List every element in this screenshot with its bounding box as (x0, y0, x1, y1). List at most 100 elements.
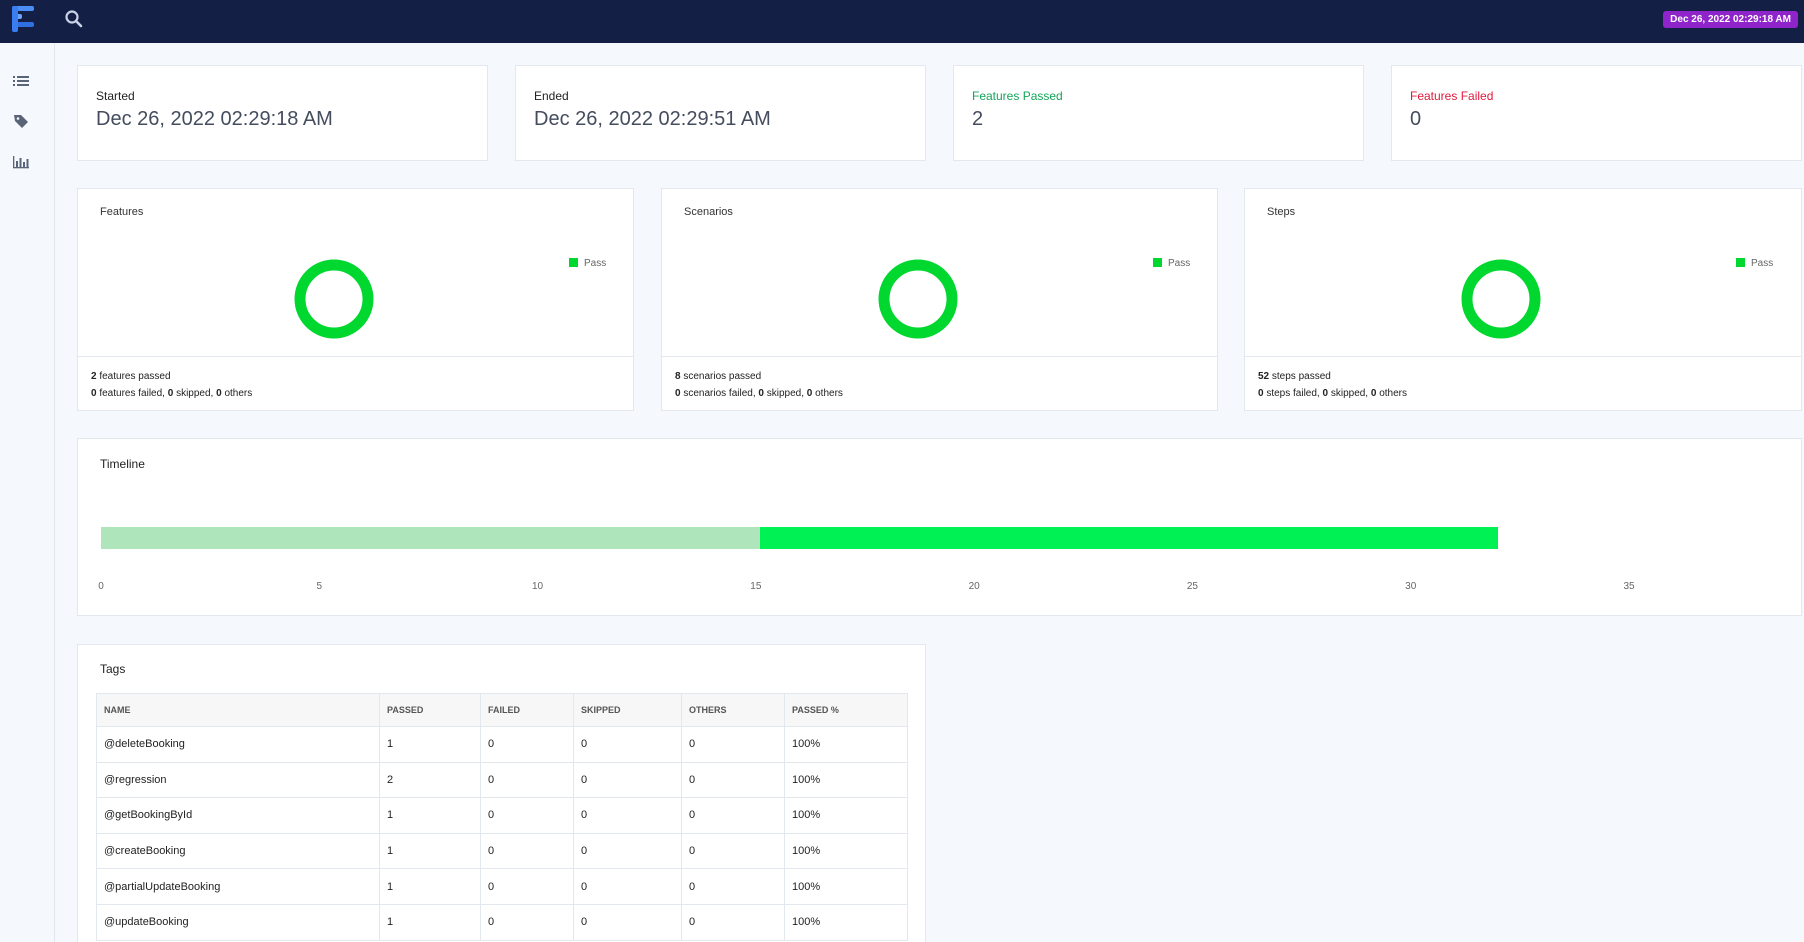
skipped-count: 0 (1322, 388, 1329, 399)
legend-swatch (1736, 258, 1745, 267)
passed-text: scenarios passed (683, 371, 762, 382)
others-text: others (815, 388, 843, 399)
failed-count: 0 (91, 388, 97, 399)
legend-swatch (569, 258, 578, 267)
scenarios-donut-chart (878, 259, 958, 339)
tag-passed: 1 (379, 832, 481, 870)
legend-label: Pass (1751, 258, 1774, 269)
top-navbar: Dec 26, 2022 02:29:18 AM (0, 0, 1804, 43)
tags-table: NAME PASSED FAILED SKIPPED OTHERS PASSED… (96, 693, 908, 941)
column-header-skipped[interactable]: SKIPPED (573, 693, 682, 727)
tag-passed-percent: 100% (784, 832, 908, 870)
stat-value: 0 (1410, 108, 1422, 130)
table-row[interactable]: @updateBooking 1 0 0 0 100% (96, 903, 908, 941)
tag-passed-percent: 100% (784, 761, 908, 799)
tag-others: 0 (681, 726, 785, 763)
chart-title: Scenarios (684, 206, 733, 218)
search-icon[interactable] (64, 9, 84, 29)
scenarios-chart-card: Scenarios Pass 8 scenarios passed 0 scen… (661, 188, 1218, 411)
tags-card: Tags NAME PASSED FAILED SKIPPED OTHERS P… (77, 644, 926, 942)
sidebar (0, 43, 55, 942)
tag-passed: 1 (379, 797, 481, 834)
tag-failed: 0 (480, 868, 574, 905)
features-chart-card: Features Pass 2 features passed 0 featur… (77, 188, 634, 411)
timeline-segment[interactable] (101, 527, 761, 549)
skipped-text: skipped, (176, 388, 214, 399)
stat-value: Dec 26, 2022 02:29:51 AM (534, 108, 771, 130)
timeline-tick-label: 10 (532, 581, 544, 592)
timeline-track (101, 527, 1629, 549)
column-header-passed[interactable]: PASSED (379, 693, 481, 727)
chart-title: Features (100, 206, 144, 218)
tag-name[interactable]: @regression (96, 761, 380, 799)
failed-text: scenarios failed, (683, 388, 756, 399)
tag-name[interactable]: @updateBooking (96, 903, 380, 941)
skipped-text: skipped, (1330, 388, 1369, 399)
tag-name[interactable]: @deleteBooking (96, 726, 380, 763)
features-donut-chart (294, 259, 374, 339)
timeline-card: Timeline 0 5 10 15 20 25 30 35 (77, 438, 1802, 616)
tag-passed-percent: 100% (784, 868, 908, 905)
skipped-count: 0 (758, 388, 764, 399)
timeline-tick-label: 5 (316, 581, 323, 592)
tag-failed: 0 (480, 797, 574, 834)
stat-card-ended: Ended Dec 26, 2022 02:29:51 AM (515, 65, 926, 161)
others-text: others (1379, 388, 1408, 399)
tag-others: 0 (681, 761, 785, 799)
tag-skipped: 0 (573, 797, 682, 834)
tag-skipped: 0 (573, 868, 682, 905)
tag-name[interactable]: @getBookingById (96, 797, 380, 834)
chart-legend: Pass (569, 258, 606, 269)
table-row[interactable]: @createBooking 1 0 0 0 100% (96, 832, 908, 870)
stat-label: Ended (534, 89, 569, 103)
table-row[interactable]: @deleteBooking 1 0 0 0 100% (96, 726, 908, 763)
tag-passed: 1 (379, 868, 481, 905)
tag-skipped: 0 (573, 903, 682, 941)
tag-failed: 0 (480, 903, 574, 941)
column-header-name[interactable]: NAME (96, 693, 380, 727)
passed-text: steps passed (1271, 371, 1331, 382)
failed-count: 0 (675, 388, 681, 399)
tag-name[interactable]: @createBooking (96, 832, 380, 870)
timeline-segment[interactable] (760, 527, 1499, 549)
table-row[interactable]: @getBookingById 1 0 0 0 100% (96, 797, 908, 834)
stat-card-features-failed: Features Failed 0 (1391, 65, 1802, 161)
tag-icon[interactable] (12, 112, 30, 130)
app-logo-icon[interactable] (12, 4, 36, 34)
tag-passed: 2 (379, 761, 481, 799)
chart-title: Steps (1267, 206, 1296, 218)
chart-summary: 2 features passed 0 features failed, 0 s… (78, 356, 633, 410)
timeline-tick-label: 30 (1405, 581, 1417, 592)
tag-passed-percent: 100% (784, 726, 908, 763)
stat-value: Dec 26, 2022 02:29:18 AM (96, 108, 333, 130)
timeline-tick-label: 15 (750, 581, 762, 592)
stat-card-started: Started Dec 26, 2022 02:29:18 AM (77, 65, 488, 161)
passed-text: features passed (99, 371, 171, 382)
list-icon[interactable] (12, 72, 30, 90)
column-header-failed[interactable]: FAILED (480, 693, 574, 727)
timeline-tick-label: 25 (1186, 581, 1198, 592)
legend-label: Pass (1168, 258, 1191, 269)
timeline-tick-label: 35 (1623, 581, 1635, 592)
bar-chart-icon[interactable] (12, 153, 30, 171)
tag-passed: 1 (379, 903, 481, 941)
failed-text: steps failed, (1266, 388, 1320, 399)
table-row[interactable]: @partialUpdateBooking 1 0 0 0 100% (96, 868, 908, 905)
table-row[interactable]: @regression 2 0 0 0 100% (96, 761, 908, 799)
tag-skipped: 0 (573, 832, 682, 870)
chart-summary: 8 scenarios passed 0 scenarios failed, 0… (662, 356, 1217, 410)
table-header-row: NAME PASSED FAILED SKIPPED OTHERS PASSED… (96, 693, 908, 727)
stat-label: Features Passed (972, 89, 1063, 103)
tag-name[interactable]: @partialUpdateBooking (96, 868, 380, 905)
column-header-passed-percent[interactable]: PASSED % (784, 693, 908, 727)
others-count: 0 (216, 388, 222, 399)
stat-value: 2 (972, 108, 984, 130)
others-count: 0 (1370, 388, 1377, 399)
tag-failed: 0 (480, 761, 574, 799)
tag-passed-percent: 100% (784, 903, 908, 941)
stat-card-features-passed: Features Passed 2 (953, 65, 1364, 161)
column-header-others[interactable]: OTHERS (681, 693, 785, 727)
passed-count: 8 (675, 371, 681, 382)
tag-skipped: 0 (573, 761, 682, 799)
skipped-count: 0 (167, 388, 174, 399)
